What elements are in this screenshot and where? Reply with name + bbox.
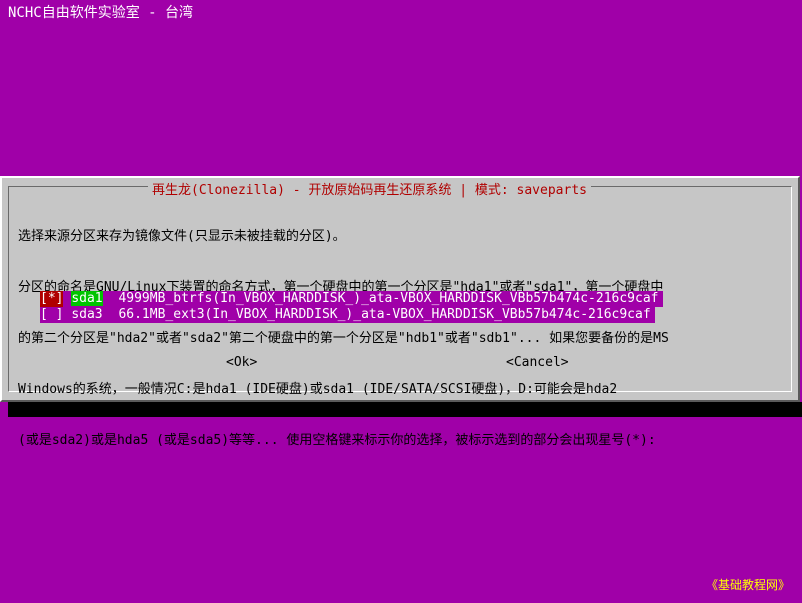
message-line: (或是sda2)或是hda5 (或是sda5)等等... 使用空格键来标示你的选… xyxy=(18,433,656,448)
checkbox-unchecked[interactable]: [ ] xyxy=(40,307,63,323)
partition-description: 66.1MB_ext3(In_VBOX_HARDDISK_)_ata-VBOX_… xyxy=(118,307,651,322)
partition-item-sda1[interactable]: [*] sda1 4999MB_btrfs(In_VBOX_HARDDISK_)… xyxy=(40,291,663,307)
message-line: Windows的系统，一般情况C:是hda1 (IDE硬盘)或sda1 (IDE… xyxy=(18,382,618,397)
watermark: 《基础教程网》 xyxy=(705,578,790,592)
message-line: 的第二个分区是"hda2"或者"sda2"第二个硬盘中的第一个分区是"hdb1"… xyxy=(18,331,669,346)
partition-tag: sda1 xyxy=(71,291,103,306)
dialog-message: 选择来源分区来存为镜像文件(只显示未被挂载的分区)。 分区的命名是GNU/Lin… xyxy=(18,194,788,466)
dialog-shadow xyxy=(8,402,802,417)
partition-item-sda3[interactable]: [ ] sda3 66.1MB_ext3(In_VBOX_HARDDISK_)_… xyxy=(40,307,655,323)
cancel-button[interactable]: <Cancel> xyxy=(506,355,569,370)
message-line: 选择来源分区来存为镜像文件(只显示未被挂载的分区)。 xyxy=(18,229,346,244)
checkbox-checked[interactable]: [*] xyxy=(40,291,64,307)
partition-description: 4999MB_btrfs(In_VBOX_HARDDISK_)_ata-VBOX… xyxy=(118,291,659,306)
partition-tag: sda3 xyxy=(71,307,103,322)
backtitle: NCHC自由软件实验室 - 台湾 xyxy=(8,5,194,21)
partition-checklist: [*] sda1 4999MB_btrfs(In_VBOX_HARDDISK_)… xyxy=(30,288,676,326)
ok-button[interactable]: <Ok> xyxy=(226,355,257,370)
